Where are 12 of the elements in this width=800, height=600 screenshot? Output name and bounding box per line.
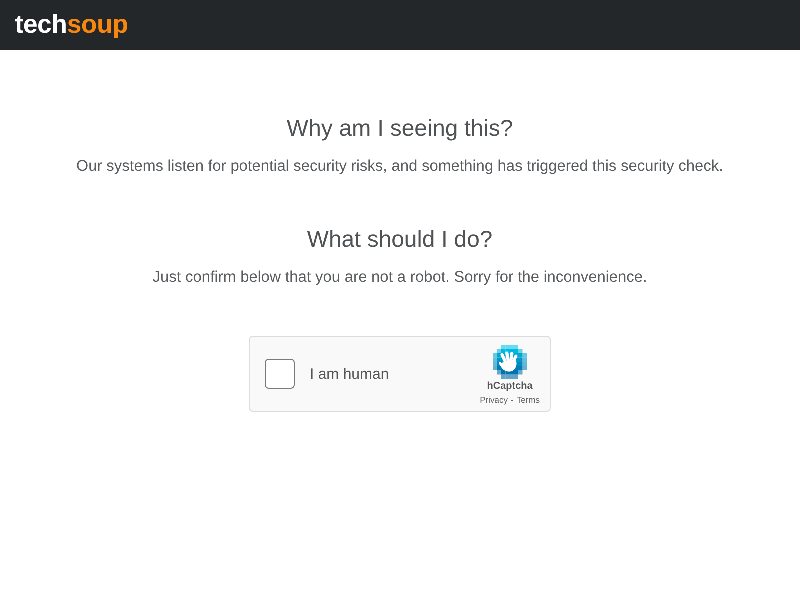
section-heading: What should I do? — [307, 225, 493, 254]
terms-link[interactable]: Terms — [516, 394, 540, 406]
section-heading: Why am I seeing this? — [286, 114, 514, 143]
link-separator: - — [511, 394, 514, 406]
human-checkbox[interactable] — [265, 359, 295, 389]
section-text: Just confirm below that you are not a robot. Sorry for the inconvenience. — [152, 268, 648, 288]
hand-logo-icon — [493, 344, 528, 378]
section-text: Our systems listen for potential security risks, and something has triggered this security check. — [76, 157, 724, 177]
techsoup-logo[interactable]: techsoup — [15, 10, 128, 40]
checkbox-label: I am human — [310, 366, 390, 382]
privacy-link[interactable]: Privacy — [480, 394, 508, 406]
brand-name: hCaptcha — [487, 380, 533, 392]
